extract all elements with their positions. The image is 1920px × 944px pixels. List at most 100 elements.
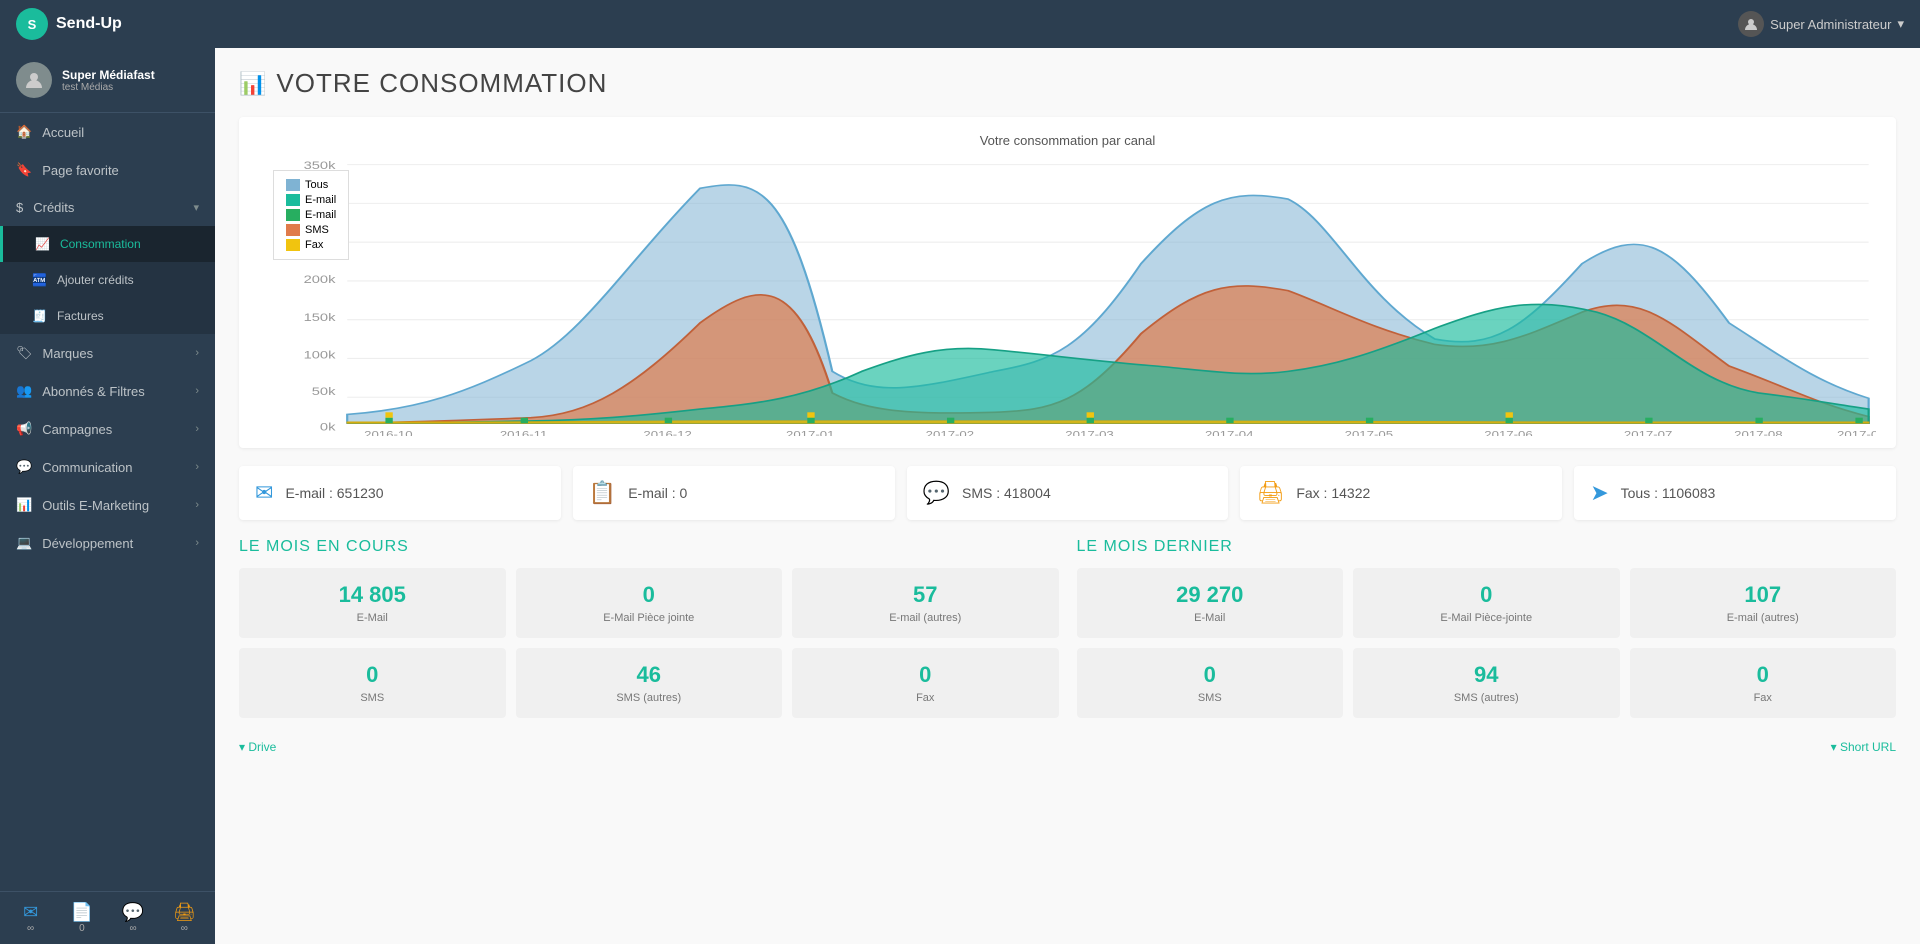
sidebar-item-factures[interactable]: 🧾Factures — [0, 298, 215, 334]
user-icon — [1738, 11, 1764, 37]
drive-link[interactable]: ▾ Drive — [239, 740, 276, 754]
doc-footer-val: 0 — [79, 923, 85, 934]
profile-name: Super Médiafast — [62, 68, 155, 82]
page-title-row: 📊 VOTRE CONSOMMATION — [239, 68, 1896, 99]
atm-icon: 🏧 — [32, 273, 47, 287]
megaphone-icon: 📢 — [16, 421, 32, 437]
footer-email: ✉ ∞ — [8, 902, 53, 934]
last-fax-card: 0 Fax — [1630, 648, 1897, 718]
current-email-autres-val: 57 — [802, 582, 1049, 608]
current-email-pj-val: 0 — [526, 582, 773, 608]
printer-icon: 🖨 — [1256, 480, 1284, 506]
stat-card-fax: 🖨 Fax : 14322 — [1240, 466, 1562, 520]
sms-stat-label: SMS : 418004 — [962, 485, 1051, 501]
current-email-card: 14 805 E-Mail — [239, 568, 506, 638]
brand-logo: S — [16, 8, 48, 40]
legend-swatch-tous — [286, 179, 300, 191]
chevron-down-icon: ▾ — [193, 201, 199, 214]
last-email-pj-val: 0 — [1363, 582, 1610, 608]
home-icon: 🏠 — [16, 124, 32, 140]
chat-icon: 💬 — [16, 459, 32, 475]
last-fax-label: Fax — [1640, 692, 1887, 704]
last-sms-val: 0 — [1087, 662, 1334, 688]
email-stat-label: E-mail : 651230 — [285, 485, 383, 501]
last-email-val: 29 270 — [1087, 582, 1334, 608]
user-name: Super Administrateur — [1770, 17, 1891, 32]
brand-name: Send-Up — [56, 15, 122, 33]
sms-footer-icon: 💬 — [122, 902, 144, 923]
sidebar-footer: ✉ ∞ 📄 0 💬 ∞ 🖨 ∞ — [0, 891, 215, 944]
last-email-autres-label: E-mail (autres) — [1640, 612, 1887, 624]
current-email-autres-label: E-mail (autres) — [802, 612, 1049, 624]
bookmark-icon: 🔖 — [16, 162, 32, 178]
chart-legend: Tous E-mail E-mail SMS Fax — [273, 170, 349, 260]
email2-stat-label: E-mail : 0 — [628, 485, 687, 501]
last-email-autres-val: 107 — [1640, 582, 1887, 608]
current-email-label: E-Mail — [249, 612, 496, 624]
sidebar-profile: Super Médiafast test Médias — [0, 48, 215, 113]
sidebar-item-credits[interactable]: $Crédits ▾ — [0, 189, 215, 226]
sidebar-item-ajouter-credits[interactable]: 🏧Ajouter crédits — [0, 262, 215, 298]
main-content: 📊 VOTRE CONSOMMATION Votre consommation … — [215, 48, 1920, 944]
legend-tous: Tous — [286, 179, 336, 191]
last-month-section: LE MOIS DERNIER 29 270 E-Mail 0 E-Mail P… — [1077, 538, 1897, 718]
short-url-link[interactable]: ▾ Short URL — [1831, 740, 1896, 754]
legend-swatch-fax — [286, 239, 300, 251]
fax-stat-label: Fax : 14322 — [1296, 485, 1370, 501]
last-email-pj-label: E-Mail Pièce-jointe — [1363, 612, 1610, 624]
current-sms-card: 0 SMS — [239, 648, 506, 718]
page-title: VOTRE CONSOMMATION — [276, 68, 607, 99]
svg-text:50k: 50k — [312, 385, 336, 398]
stats-row: ✉ E-mail : 651230 📋 E-mail : 0 💬 SMS : 4… — [239, 466, 1896, 520]
sidebar-item-page-favorite[interactable]: 🔖Page favorite — [0, 151, 215, 189]
sidebar-item-abonnes-filtres[interactable]: 👥Abonnés & Filtres › — [0, 372, 215, 410]
svg-text:0k: 0k — [320, 421, 336, 434]
sidebar-item-accueil[interactable]: 🏠Accueil — [0, 113, 215, 151]
sidebar-item-communication[interactable]: 💬Communication › — [0, 448, 215, 486]
email-icon: ✉ — [255, 480, 273, 506]
svg-text:2017-08: 2017-08 — [1734, 431, 1782, 436]
sidebar-item-campagnes[interactable]: 📢Campagnes › — [0, 410, 215, 448]
sidebar-item-consommation[interactable]: 📈Consommation — [0, 226, 215, 262]
last-email-card: 29 270 E-Mail — [1077, 568, 1344, 638]
sidebar-item-developpement[interactable]: 💻Développement › — [0, 524, 215, 562]
last-email-autres-card: 107 E-mail (autres) — [1630, 568, 1897, 638]
svg-text:100k: 100k — [304, 348, 336, 361]
email-footer-icon: ✉ — [23, 902, 38, 923]
current-sms-autres-card: 46 SMS (autres) — [516, 648, 783, 718]
svg-text:2017-02: 2017-02 — [926, 431, 974, 436]
current-sms-val: 0 — [249, 662, 496, 688]
legend-swatch-email2 — [286, 209, 300, 221]
current-fax-card: 0 Fax — [792, 648, 1059, 718]
user-dropdown-icon[interactable]: ▾ — [1897, 16, 1904, 32]
stat-card-sms: 💬 SMS : 418004 — [907, 466, 1229, 520]
svg-text:2016-10: 2016-10 — [364, 431, 412, 436]
svg-text:2017-09: 2017-09 — [1837, 431, 1876, 436]
svg-text:2017-04: 2017-04 — [1205, 431, 1254, 436]
svg-text:2017-03: 2017-03 — [1065, 431, 1113, 436]
svg-text:2017-01: 2017-01 — [786, 431, 834, 436]
last-month-title: LE MOIS DERNIER — [1077, 538, 1897, 556]
area-chart: 350k 300k 250k 200k 150k 100k 50k 0k — [259, 156, 1876, 436]
svg-text:2017-06: 2017-06 — [1484, 431, 1532, 436]
topnav: S Send-Up Super Administrateur ▾ — [0, 0, 1920, 48]
last-sms-card: 0 SMS — [1077, 648, 1344, 718]
svg-text:2016-12: 2016-12 — [643, 431, 691, 436]
stat-card-tous: ➤ Tous : 1106083 — [1574, 466, 1896, 520]
legend-fax: Fax — [286, 239, 336, 251]
last-fax-val: 0 — [1640, 662, 1887, 688]
dollar-icon: $ — [16, 200, 23, 215]
legend-swatch-sms — [286, 224, 300, 236]
current-email-pj-label: E-Mail Pièce jointe — [526, 612, 773, 624]
tag-icon: 🏷 — [16, 345, 33, 361]
chevron-right-icon: › — [195, 423, 199, 435]
sidebar-item-marques[interactable]: 🏷Marques › — [0, 334, 215, 372]
topnav-user[interactable]: Super Administrateur ▾ — [1738, 11, 1904, 37]
svg-text:2017-05: 2017-05 — [1345, 431, 1393, 436]
sidebar-item-outils-emarketing[interactable]: 📊Outils E-Marketing › — [0, 486, 215, 524]
chart-card: Votre consommation par canal Tous E-mail… — [239, 117, 1896, 448]
legend-sms: SMS — [286, 224, 336, 236]
chevron-right-icon: › — [195, 461, 199, 473]
fax-footer-icon: 🖨 — [173, 902, 196, 923]
footer-sms: 💬 ∞ — [111, 902, 156, 934]
